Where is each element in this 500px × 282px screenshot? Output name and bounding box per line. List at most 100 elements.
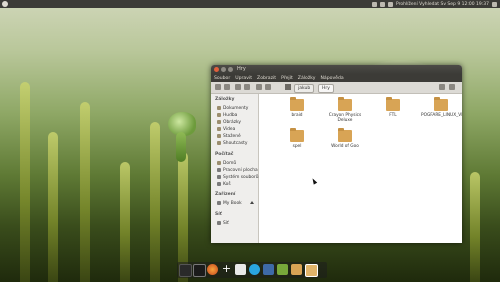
sidebar-item-home[interactable]: Domů [217,160,236,166]
sidebar-item-label: Shoutcasty [223,140,248,146]
menu-item-file[interactable]: Soubor [214,76,230,81]
view-toggle-icon[interactable] [449,84,455,90]
sidebar-item-label: Hudba [223,112,238,118]
folder-icon [434,97,448,111]
folder-braid[interactable]: braid [277,97,317,131]
sidebar-item-network[interactable]: Síť [217,220,229,226]
menu-item-bookmarks[interactable]: Záložky [298,76,316,81]
sidebar-item-music[interactable]: Hudba [217,112,237,118]
folder-ftl[interactable]: FTL [373,97,413,131]
system-tray: Prohlížení Vyhledat Sv Sep 9 12:00 19:37 [372,0,497,8]
sidebar-item-trash[interactable]: Koš [217,181,231,187]
window-titlebar[interactable]: Hry [211,65,462,74]
folder-hry-icon[interactable] [305,264,318,277]
network-icon[interactable] [372,1,378,7]
sidebar-heading-devices: Zařízení [215,192,236,197]
menu-item-view[interactable]: Zobrazit [257,76,276,81]
sidebar-item-shoutcasts[interactable]: Shoutcasty [217,140,247,146]
sidebar-heading-network: Síť [215,212,222,217]
back-icon[interactable] [215,84,221,90]
sidebar-item-videos[interactable]: Videa [217,126,235,132]
file-manager-window: Hry Soubor Upravit Zobrazit Přejít Zálož… [211,65,462,243]
drive-icon [217,201,221,205]
maximize-button[interactable] [228,67,233,72]
folder-label: FTL [389,113,397,118]
wheat-stalk [80,102,90,282]
wheat-stalk [470,172,480,282]
folder-icon[interactable] [291,264,302,275]
sidebar-item-downloads[interactable]: Stažené [217,133,241,139]
folder-icon [217,113,221,117]
folder-label: POGFARE_LINUX_VR_Demo [421,113,462,118]
folder-icon [217,120,221,124]
drive-icon [217,175,221,179]
sidebar: Záložky Dokumenty Hudba Obrázky Videa St… [211,94,259,243]
folder-icon [290,128,304,142]
folder-icon [386,97,400,111]
drive-icon[interactable] [285,84,291,90]
dock: + [177,262,327,278]
menu-item-go[interactable]: Přejít [281,76,293,81]
sidebar-item-label: Obrázky [223,119,242,125]
skype-icon[interactable] [249,264,260,275]
wheat-stalk [48,132,58,282]
trash-icon [217,182,221,186]
close-button[interactable] [214,67,219,72]
menu-item-help[interactable]: Nápověda [320,76,343,81]
sidebar-item-desktop[interactable]: Pracovní plocha [217,167,258,173]
sidebar-item-label: Koš [223,181,231,187]
forward-icon[interactable] [224,84,230,90]
firefox-icon[interactable] [207,264,218,275]
volume-icon[interactable] [380,1,386,7]
sidebar-item-documents[interactable]: Dokumenty [217,105,248,111]
file-view: braid Crayon Physics Deluxe FTL POGFARE_… [259,94,462,243]
wheat-stalk [150,122,160,282]
sidebar-heading-computer: Počítač [215,152,234,157]
folder-icon [217,141,221,145]
folder-icon [217,134,221,138]
mail-icon[interactable] [388,1,394,7]
folder-pogfare[interactable]: POGFARE_LINUX_VR_Demo [421,97,462,131]
settings-icon[interactable] [277,264,288,275]
minimize-button[interactable] [221,67,226,72]
window-title: Hry [237,66,246,72]
folder-crayon-physics[interactable]: Crayon Physics Deluxe [325,97,365,131]
home-icon[interactable] [256,84,262,90]
folder-icon [217,106,221,110]
sidebar-item-filesystem[interactable]: Systém souborů [217,174,259,180]
folder-world-of-goo[interactable]: World of Goo [325,128,365,162]
sidebar-item-label: Pracovní plocha [223,167,258,173]
network-icon [217,221,221,225]
folder-spel[interactable]: spel [277,128,317,162]
add-icon[interactable]: + [221,263,232,275]
computer-icon[interactable] [265,84,271,90]
search-icon[interactable] [439,84,445,90]
terminal-icon[interactable] [193,264,206,277]
folder-label: spel [292,144,302,149]
up-icon[interactable] [235,84,241,90]
breadcrumb-jakub[interactable]: jakub [294,84,315,93]
sidebar-item-pictures[interactable]: Obrázky [217,119,241,125]
sidebar-item-label: Domů [223,160,237,166]
folder-label: Crayon Physics Deluxe [328,113,362,123]
clock-icon[interactable] [179,264,192,277]
folder-icon [290,97,304,111]
menu-item-edit[interactable]: Upravit [235,76,252,81]
tray-status-text[interactable]: Prohlížení Vyhledat Sv Sep 9 12:00 19:37 [396,2,489,7]
session-gear-icon[interactable] [2,1,8,7]
photos-icon[interactable] [263,264,274,275]
folder-icon [338,128,352,142]
wheat-stalk [20,82,30,282]
folder-icon [217,127,221,131]
menu-bar: Soubor Upravit Zobrazit Přejít Záložky N… [211,74,462,82]
toolbar: jakub Hry [211,82,462,94]
sidebar-item-label: Systém souborů [223,174,259,180]
wheat-stalk [120,162,130,282]
sidebar-item-label: Dokumenty [223,105,249,111]
power-icon[interactable] [492,1,497,7]
sidebar-item-mybook[interactable]: My Book [217,200,242,206]
eject-icon[interactable] [250,201,254,204]
document-icon[interactable] [235,264,246,275]
breadcrumb-hry[interactable]: Hry [318,84,334,93]
reload-icon[interactable] [244,84,250,90]
